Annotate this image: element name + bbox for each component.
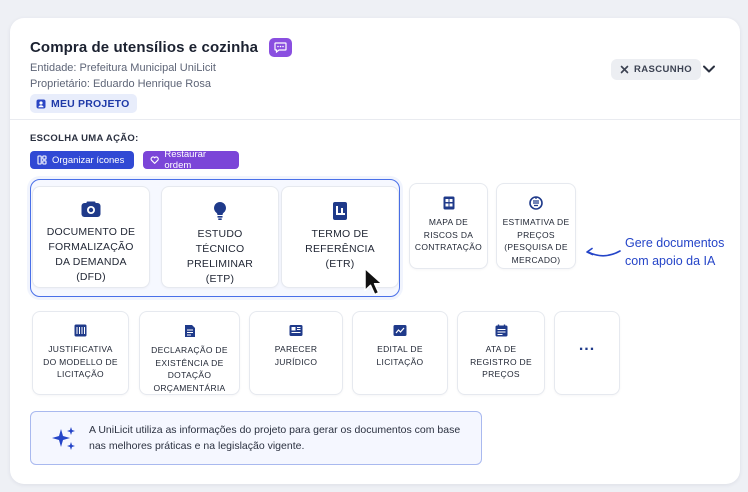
doc-card-label: PARECER JURÍDICO — [274, 344, 318, 367]
doc-card-label: TERMO DE REFERÊNCIA (ETR) — [305, 228, 375, 270]
project-card: Compra de utensílios e cozinha Entidade:… — [10, 18, 740, 484]
restore-order-button[interactable]: Restaurar ordem — [143, 149, 239, 171]
mouse-cursor-icon — [364, 267, 383, 296]
my-project-button[interactable]: MEU PROJETO — [30, 94, 138, 113]
price-estimate-icon — [529, 196, 543, 210]
doc-card-label: DOCUMENTO DE FORMALIZAÇÃO DA DEMANDA (DF… — [46, 226, 136, 283]
declaration-icon — [184, 325, 195, 337]
chat-button[interactable] — [269, 38, 293, 57]
bid-notice-icon — [393, 325, 407, 336]
doc-card-dfd[interactable]: DOCUMENTO DE FORMALIZAÇÃO DA DEMANDA (DF… — [32, 186, 150, 288]
sparkle-icon — [52, 427, 75, 450]
price-registry-icon — [495, 324, 507, 337]
divider — [10, 119, 740, 120]
heart-icon — [150, 156, 159, 164]
doc-card-etp[interactable]: ESTUDO TÉCNICO PRELIMINAR (ETP) — [161, 186, 279, 288]
doc-card-legal-opinion[interactable]: PARECER JURÍDICO — [249, 311, 343, 395]
doc-card-price-registry[interactable]: ATA DE REGISTRO DE PREÇOS — [457, 311, 545, 395]
more-icon: ... — [578, 337, 596, 354]
doc-card-risk-map[interactable]: MAPA DE RISCOS DA CONTRATAÇÃO — [409, 183, 488, 269]
my-project-label: MEU PROJETO — [51, 97, 130, 110]
entity-text: Entidade: Prefeitura Municipal UniLicit — [30, 62, 216, 74]
info-box: A UniLicit utiliza as informações do pro… — [30, 411, 482, 465]
info-text: A UniLicit utiliza as informações do pro… — [89, 424, 461, 452]
doc-card-price-estimate[interactable]: ESTIMATIVA DE PREÇOS (PESQUISA DE MERCAD… — [496, 183, 576, 269]
ai-hint-text: Gere documentos com apoio da IA — [625, 236, 725, 268]
justification-icon — [74, 324, 87, 337]
grid-icon — [37, 155, 47, 165]
doc-card-label: ESTUDO TÉCNICO PRELIMINAR (ETP) — [186, 228, 254, 285]
choose-action-label: ESCOLHA UMA AÇÃO: — [30, 133, 139, 144]
doc-card-label: JUSTIFICATIVA DO MODELLO DE LICITAÇÃO — [43, 344, 118, 379]
more-documents-button[interactable]: ... — [554, 311, 620, 395]
owner-text: Proprietário: Eduardo Henrique Rosa — [30, 78, 211, 90]
risk-map-icon — [443, 196, 454, 210]
status-label: RASCUNHO — [634, 64, 693, 75]
doc-card-label: DECLARAÇÃO DE EXISTÊNCIA DE DOTAÇÃO ORÇA… — [151, 345, 228, 393]
organize-icons-label: Organizar ícones — [52, 154, 125, 166]
chat-icon — [274, 42, 287, 53]
legal-opinion-icon — [289, 325, 303, 336]
doc-card-label: ESTIMATIVA DE PREÇOS (PESQUISA DE MERCAD… — [502, 217, 570, 265]
doc-card-bid-notice[interactable]: EDITAL DE LICITAÇÃO — [352, 311, 448, 395]
doc-card-declaration[interactable]: DECLARAÇÃO DE EXISTÊNCIA DE DOTAÇÃO ORÇA… — [139, 311, 240, 395]
curved-arrow-icon — [586, 247, 621, 257]
title-row: Compra de utensílios e cozinha — [30, 38, 293, 57]
document-id-icon — [81, 201, 101, 217]
chevron-down-icon[interactable] — [702, 64, 716, 74]
doc-card-justification[interactable]: JUSTIFICATIVA DO MODELLO DE LICITAÇÃO — [32, 311, 129, 395]
doc-card-label: ATA DE REGISTRO DE PREÇOS — [470, 344, 532, 379]
user-icon — [36, 99, 46, 108]
organize-icons-button[interactable]: Organizar ícones — [30, 151, 134, 169]
restore-order-label: Restaurar ordem — [164, 149, 207, 171]
page-title: Compra de utensílios e cozinha — [30, 39, 259, 56]
doc-card-label: MAPA DE RISCOS DA CONTRATAÇÃO — [414, 217, 483, 252]
lightbulb-icon — [214, 202, 226, 220]
status-badge[interactable]: RASCUNHO — [611, 59, 702, 80]
reference-doc-icon — [333, 202, 347, 220]
close-icon — [620, 65, 629, 74]
doc-card-label: EDITAL DE LICITAÇÃO — [376, 344, 424, 367]
